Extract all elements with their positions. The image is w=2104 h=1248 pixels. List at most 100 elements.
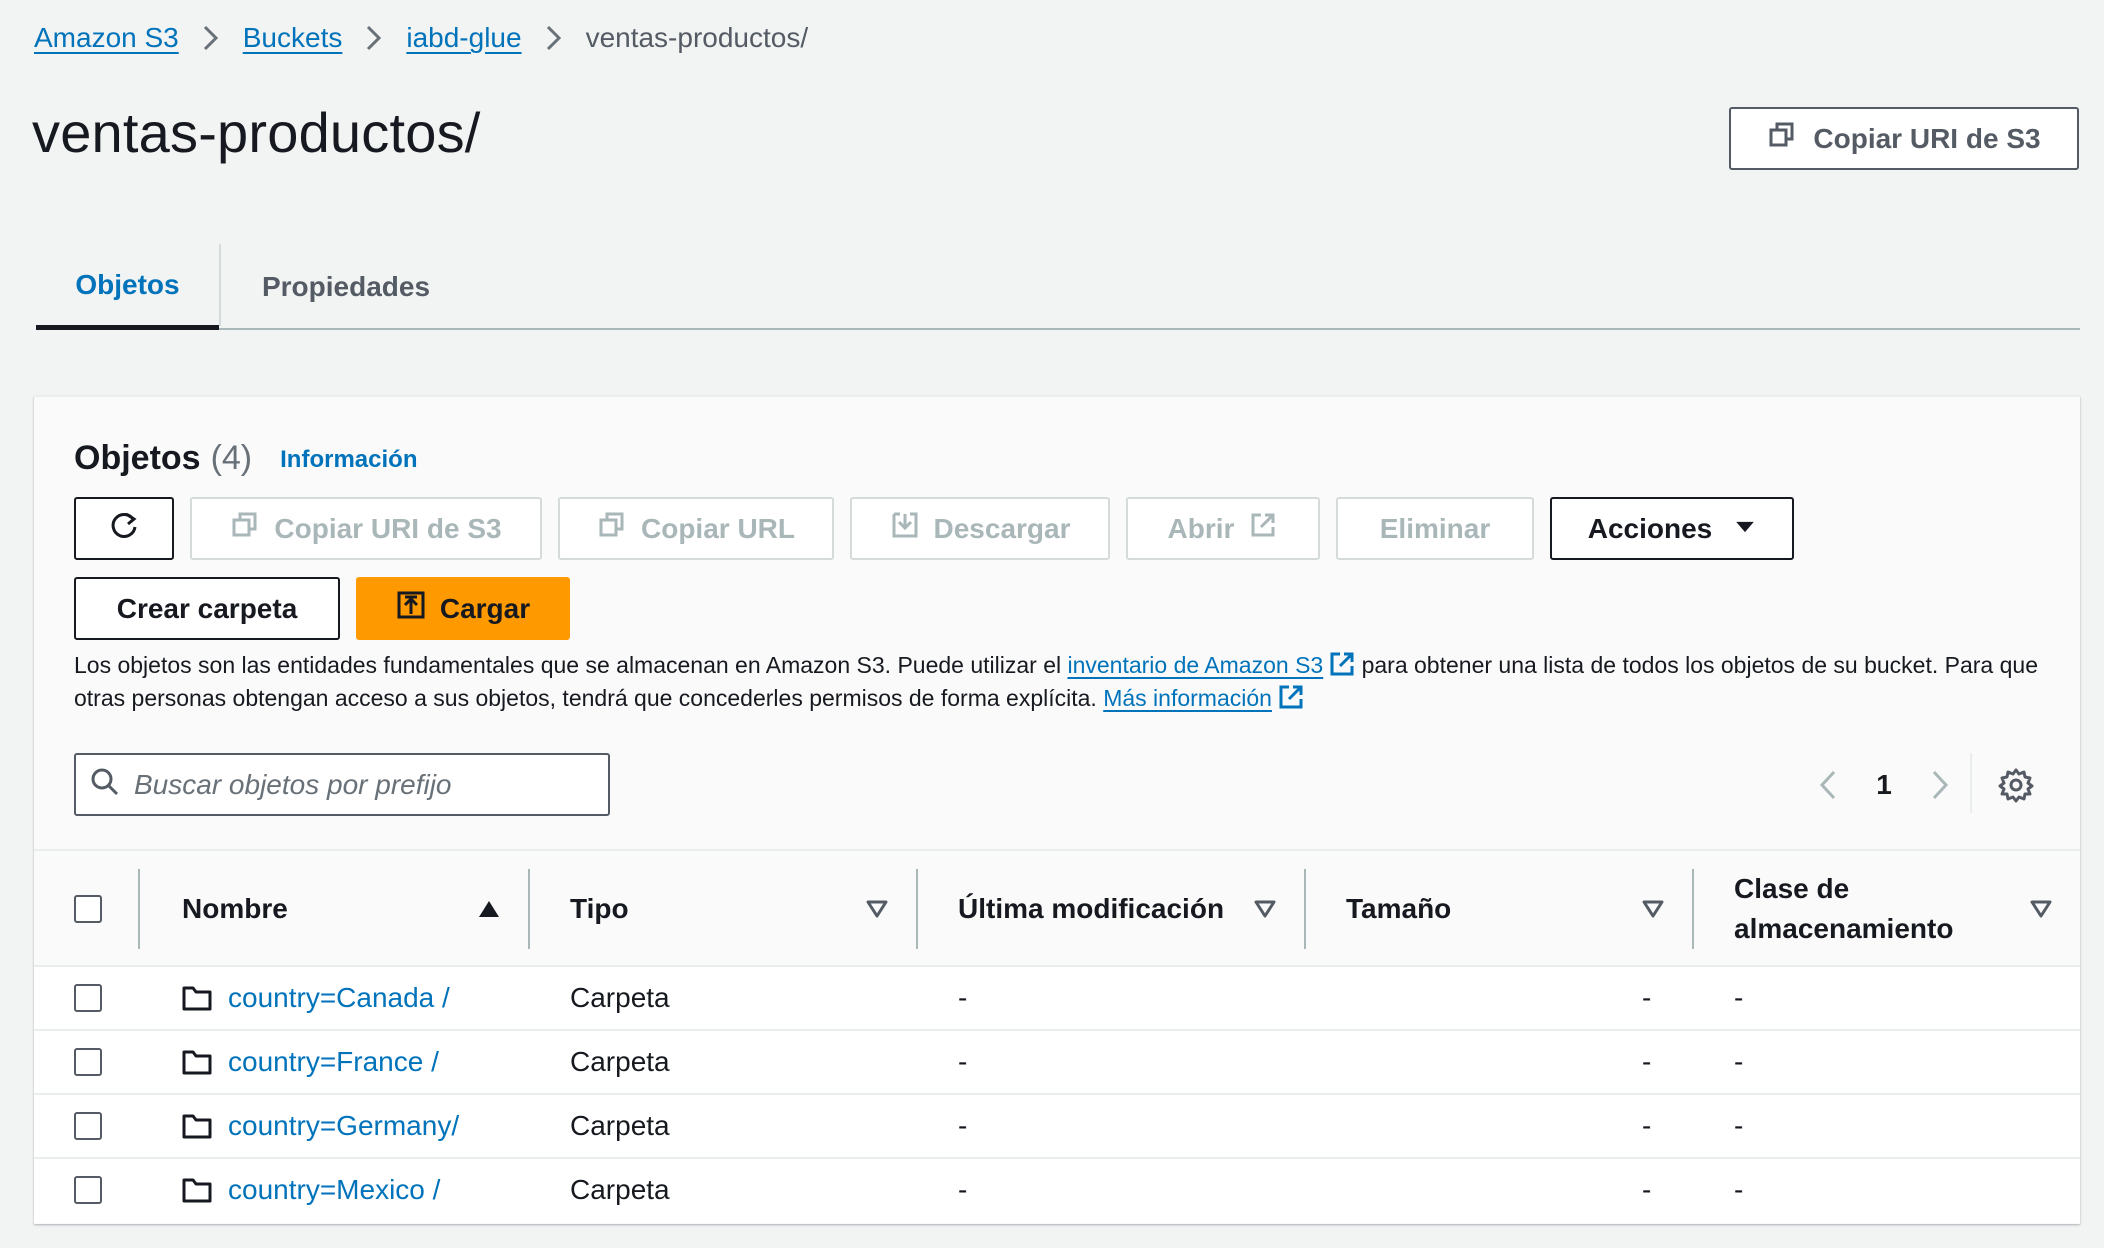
create-folder-label: Crear carpeta xyxy=(116,592,298,624)
delete-label: Eliminar xyxy=(1379,512,1491,544)
select-all-checkbox[interactable] xyxy=(74,895,102,923)
folder-icon xyxy=(182,1050,212,1075)
page-title: ventas-productos/ xyxy=(32,101,481,164)
refresh-icon xyxy=(109,510,139,547)
table-row: country=Canada / Carpeta - - - xyxy=(34,967,2080,1031)
objects-title: Objetos xyxy=(74,439,201,477)
cell-size: - xyxy=(1642,1174,1652,1205)
upload-icon xyxy=(396,590,426,627)
copy-s3-uri-button[interactable]: Copiar URI de S3 xyxy=(1729,107,2079,170)
table-row: country=France / Carpeta - - - xyxy=(34,1031,2080,1095)
objects-table: Nombre Tipo Última modificación Tamaño C… xyxy=(34,849,2080,1223)
column-header-ultima-modificacion[interactable]: Última modificación xyxy=(958,851,1224,967)
sort-icon[interactable] xyxy=(2030,899,2052,919)
breadcrumb-amazon-s3[interactable]: Amazon S3 xyxy=(34,22,179,54)
delete-button[interactable]: Eliminar xyxy=(1336,497,1534,560)
row-checkbox[interactable] xyxy=(74,1176,102,1204)
cell-type: Carpeta xyxy=(570,1110,670,1141)
cell-size: - xyxy=(1642,1046,1652,1077)
cell-modified: - xyxy=(958,1046,968,1077)
table-header: Nombre Tipo Última modificación Tamaño C… xyxy=(34,849,2080,967)
download-label: Descargar xyxy=(933,512,1071,544)
folder-icon xyxy=(182,986,212,1011)
copy-s3-uri-label: Copiar URI de S3 xyxy=(1813,122,2041,154)
table-row: country=Germany/ Carpeta - - - xyxy=(34,1095,2080,1159)
copy-s3-uri-button-disabled[interactable]: Copiar URI de S3 xyxy=(190,497,542,560)
upload-label: Cargar xyxy=(439,592,531,624)
description-part1: Los objetos son las entidades fundamenta… xyxy=(74,652,1068,678)
column-divider xyxy=(138,869,140,949)
search-box xyxy=(74,753,610,816)
copy-url-button[interactable]: Copiar URL xyxy=(558,497,834,560)
cell-type: Carpeta xyxy=(570,1046,670,1077)
objects-description: Los objetos son las entidades fundamenta… xyxy=(74,649,2064,715)
table-body: country=Canada / Carpeta - - - country=F… xyxy=(34,967,2080,1223)
sort-ascending-icon[interactable] xyxy=(478,899,500,919)
column-header-clase-almacenamiento[interactable]: Clase de almacenamiento xyxy=(1734,851,1953,967)
cell-modified: - xyxy=(958,1174,968,1205)
column-header-nombre[interactable]: Nombre xyxy=(182,851,288,967)
actions-label: Acciones xyxy=(1587,512,1713,544)
objects-panel-header: Objetos (4) Información xyxy=(74,439,417,478)
page-number[interactable]: 1 xyxy=(1846,769,1922,801)
breadcrumb-bucket[interactable]: iabd-glue xyxy=(406,22,521,54)
folder-icon xyxy=(182,1114,212,1139)
cell-storage-class: - xyxy=(1734,1174,1744,1205)
gear-icon[interactable] xyxy=(1996,765,2036,805)
chevron-right-icon xyxy=(522,24,586,52)
folder-link[interactable]: country=Canada / xyxy=(228,982,450,1014)
external-link-icon xyxy=(1279,685,1303,709)
actions-dropdown[interactable]: Acciones xyxy=(1550,497,1794,560)
column-divider xyxy=(528,869,530,949)
search-icon xyxy=(90,767,120,802)
tab-objetos[interactable]: Objetos xyxy=(36,244,219,330)
table-row: country=Mexico / Carpeta - - - xyxy=(34,1159,2080,1223)
folder-link[interactable]: country=Germany/ xyxy=(228,1110,459,1142)
breadcrumb-buckets[interactable]: Buckets xyxy=(243,22,343,54)
cell-name: country=Germany/ xyxy=(182,1095,459,1157)
row-checkbox[interactable] xyxy=(74,1112,102,1140)
cell-name: country=France / xyxy=(182,1031,439,1093)
create-folder-button[interactable]: Crear carpeta xyxy=(74,577,340,640)
previous-page-icon[interactable] xyxy=(1810,767,1846,803)
copy-s3-uri-label: Copiar URI de S3 xyxy=(274,512,502,544)
cell-modified: - xyxy=(958,1110,968,1141)
upload-button[interactable]: Cargar xyxy=(356,577,570,640)
cell-storage-class: - xyxy=(1734,1110,1744,1141)
column-header-tamano[interactable]: Tamaño xyxy=(1346,851,1451,967)
tabs: Objetos Propiedades xyxy=(36,244,2080,330)
objects-panel: Objetos (4) Información Copiar URI de S3… xyxy=(34,396,2080,1224)
folder-icon xyxy=(182,1178,212,1203)
pagination: 1 xyxy=(1810,767,1958,803)
pager-divider xyxy=(1970,753,1972,813)
open-label: Abrir xyxy=(1167,512,1235,544)
cell-storage-class: - xyxy=(1734,982,1744,1013)
column-header-tipo[interactable]: Tipo xyxy=(570,851,629,967)
search-input[interactable] xyxy=(134,768,574,801)
sort-icon[interactable] xyxy=(1254,899,1276,919)
refresh-button[interactable] xyxy=(74,497,174,560)
inventory-link[interactable]: inventario de Amazon S3 xyxy=(1067,652,1323,678)
sort-icon[interactable] xyxy=(1642,899,1664,919)
next-page-icon[interactable] xyxy=(1922,767,1958,803)
copy-icon xyxy=(1767,120,1797,157)
folder-link[interactable]: country=Mexico / xyxy=(228,1174,440,1206)
download-button[interactable]: Descargar xyxy=(850,497,1110,560)
info-link[interactable]: Información xyxy=(280,446,417,474)
row-checkbox[interactable] xyxy=(74,984,102,1012)
download-icon xyxy=(890,510,920,547)
cell-size: - xyxy=(1642,982,1652,1013)
open-button[interactable]: Abrir xyxy=(1126,497,1320,560)
cell-name: country=Canada / xyxy=(182,967,450,1029)
external-link-icon xyxy=(1330,652,1354,676)
copy-url-label: Copiar URL xyxy=(641,512,795,544)
sort-icon[interactable] xyxy=(866,899,888,919)
folder-link[interactable]: country=France / xyxy=(228,1046,439,1078)
row-checkbox[interactable] xyxy=(74,1048,102,1076)
tab-propiedades[interactable]: Propiedades xyxy=(221,244,471,330)
chevron-right-icon xyxy=(342,24,406,52)
objects-count: (4) xyxy=(210,439,253,477)
more-info-link[interactable]: Más información xyxy=(1103,685,1272,711)
chevron-right-icon xyxy=(179,24,243,52)
cell-type: Carpeta xyxy=(570,982,670,1013)
